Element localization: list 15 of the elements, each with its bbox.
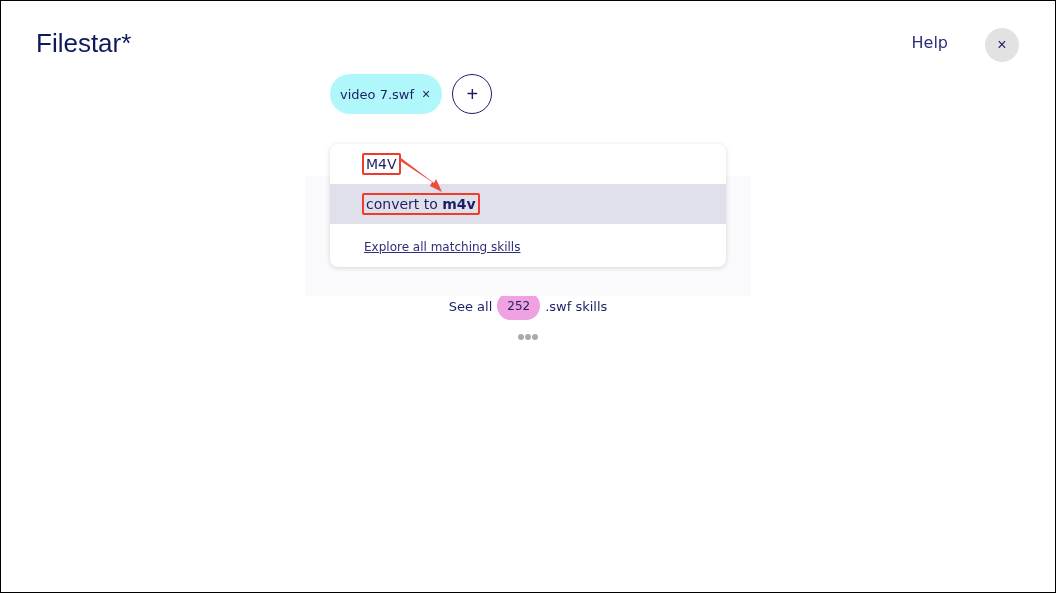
more-icon[interactable] — [518, 334, 538, 340]
explore-link[interactable]: Explore all matching skills — [364, 240, 521, 254]
suggestion-label: convert to m4v — [362, 193, 480, 215]
suggestion-label: M4V — [362, 153, 401, 175]
remove-button[interactable]: × — [422, 86, 431, 102]
logo[interactable]: Filestar* — [36, 28, 132, 59]
help-link[interactable]: Help — [911, 32, 948, 52]
suggestion-item[interactable]: M4V — [330, 144, 726, 184]
file-name: video 7.swf — [340, 86, 415, 102]
annotation-arrow — [398, 158, 444, 194]
add-file-button[interactable]: + — [452, 74, 493, 114]
suggestion-item[interactable]: convert to m4v — [330, 184, 726, 224]
close-button[interactable]: × — [985, 28, 1019, 62]
see-all-label: See all — [448, 298, 493, 314]
skills-label: .swf skills — [545, 298, 608, 314]
